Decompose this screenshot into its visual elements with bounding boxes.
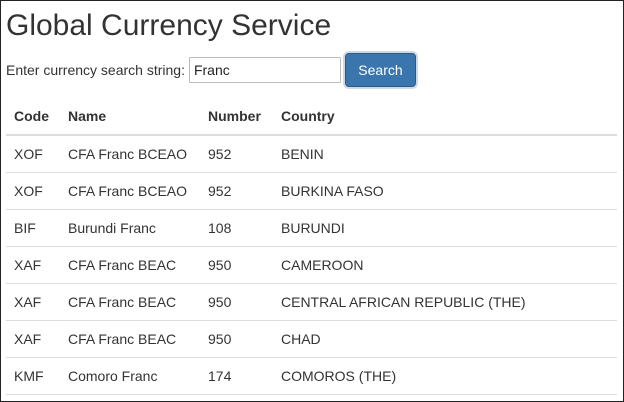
page-title: Global Currency Service [6,9,332,42]
search-label: Enter currency search string: [6,62,185,78]
cell-number: 950 [200,320,273,358]
table-row: XAF CFA Franc BEAC 950 CENTRAL AFRICAN R… [6,283,617,321]
header-name: Name [60,97,200,136]
cell-number: 950 [200,246,273,284]
cell-code: XAF [6,246,60,284]
table-row: BIF Burundi Franc 108 BURUNDI [6,209,617,247]
cell-code: XOF [6,172,60,210]
table-row: XAF CFA Franc BEAC 950 CHAD [6,320,617,358]
cell-number: 108 [200,209,273,247]
header-country: Country [273,97,617,136]
cell-name: CFA Franc BCEAO [60,172,200,210]
cell-code: BIF [6,209,60,247]
cell-name: Burundi Franc [60,209,200,247]
cell-number: 952 [200,135,273,173]
cell-code: KMF [6,357,60,395]
table-row: KMF Comoro Franc 174 COMOROS (THE) [6,357,617,395]
cell-name: Comoro Franc [60,357,200,395]
cell-country: CHAD [273,320,617,358]
cell-code: XOF [6,135,60,173]
header-number: Number [200,97,273,136]
search-form: Enter currency search string: Search [6,53,416,87]
table-body: XOF CFA Franc BCEAO 952 BENIN XOF CFA Fr… [6,135,617,395]
header-row: Code Name Number Country [6,97,617,136]
search-button[interactable]: Search [344,53,416,87]
cell-number: 174 [200,357,273,395]
cell-code: XAF [6,320,60,358]
search-input[interactable] [188,57,341,83]
cell-country: BURKINA FASO [273,172,617,210]
currency-table: Code Name Number Country XOF CFA Franc B… [6,97,617,395]
cell-name: CFA Franc BEAC [60,283,200,321]
cell-country: CAMEROON [273,246,617,284]
header-code: Code [6,97,60,136]
table-row: XAF CFA Franc BEAC 950 CAMEROON [6,246,617,284]
cell-country: COMOROS (THE) [273,357,617,395]
cell-country: CENTRAL AFRICAN REPUBLIC (THE) [273,283,617,321]
cell-name: CFA Franc BEAC [60,246,200,284]
cell-name: CFA Franc BEAC [60,320,200,358]
app-window: Global Currency Service Enter currency s… [0,0,624,402]
cell-country: BURUNDI [273,209,617,247]
table-row: XOF CFA Franc BCEAO 952 BENIN [6,135,617,173]
table-header: Code Name Number Country [6,97,617,136]
cell-number: 952 [200,172,273,210]
cell-code: XAF [6,283,60,321]
table-row: XOF CFA Franc BCEAO 952 BURKINA FASO [6,172,617,210]
cell-country: BENIN [273,135,617,173]
cell-name: CFA Franc BCEAO [60,135,200,173]
cell-number: 950 [200,283,273,321]
